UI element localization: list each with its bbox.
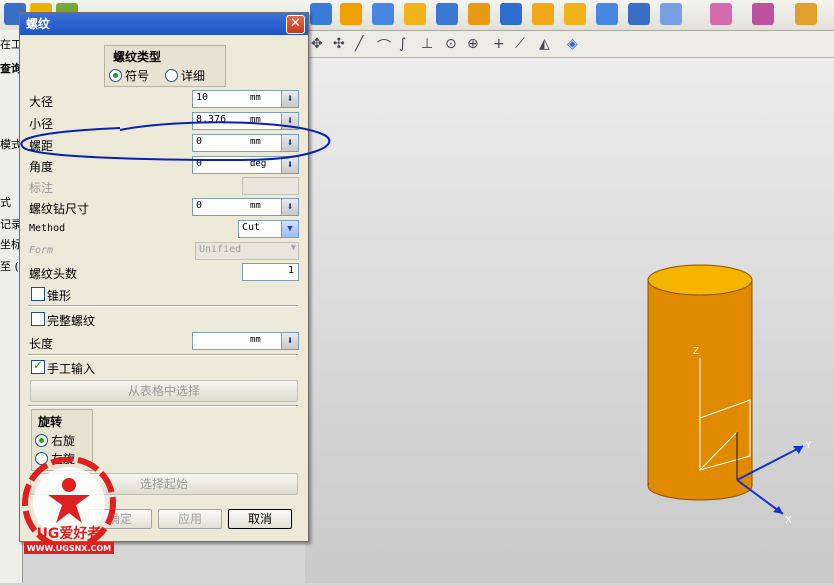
logo-url: WWW.UGSNX.COM xyxy=(27,544,111,553)
ug-fans-logo: UG爱好者 WWW.UGSNX.COM xyxy=(22,457,116,554)
pitch-highlight-loop xyxy=(20,121,331,162)
logo-head xyxy=(62,478,76,492)
logo-brand: UG爱好者 xyxy=(37,525,102,542)
